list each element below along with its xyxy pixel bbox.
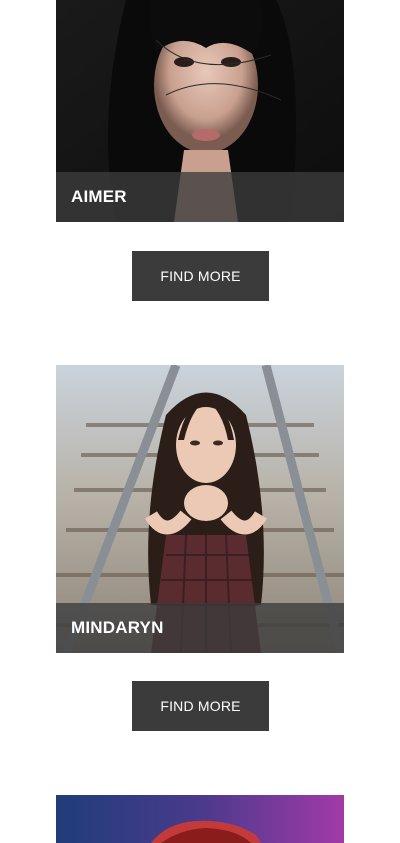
artist-caption: MINDARYN: [56, 603, 344, 653]
artist-card-partial[interactable]: [56, 795, 344, 843]
artist-caption: AIMER: [56, 172, 344, 222]
artist-name: MINDARYN: [71, 618, 164, 637]
artist-photo-partial: [56, 795, 344, 843]
artist-card-mindaryn[interactable]: MINDARYN: [56, 365, 344, 653]
artist-card-aimer[interactable]: AIMER: [56, 0, 344, 222]
find-more-button-mindaryn[interactable]: FIND MORE: [132, 681, 269, 731]
artist-list: AIMER FIND MORE MINDARYN FIND MORE: [0, 0, 400, 843]
artist-name: AIMER: [71, 187, 127, 206]
find-more-button-aimer[interactable]: FIND MORE: [132, 251, 269, 301]
